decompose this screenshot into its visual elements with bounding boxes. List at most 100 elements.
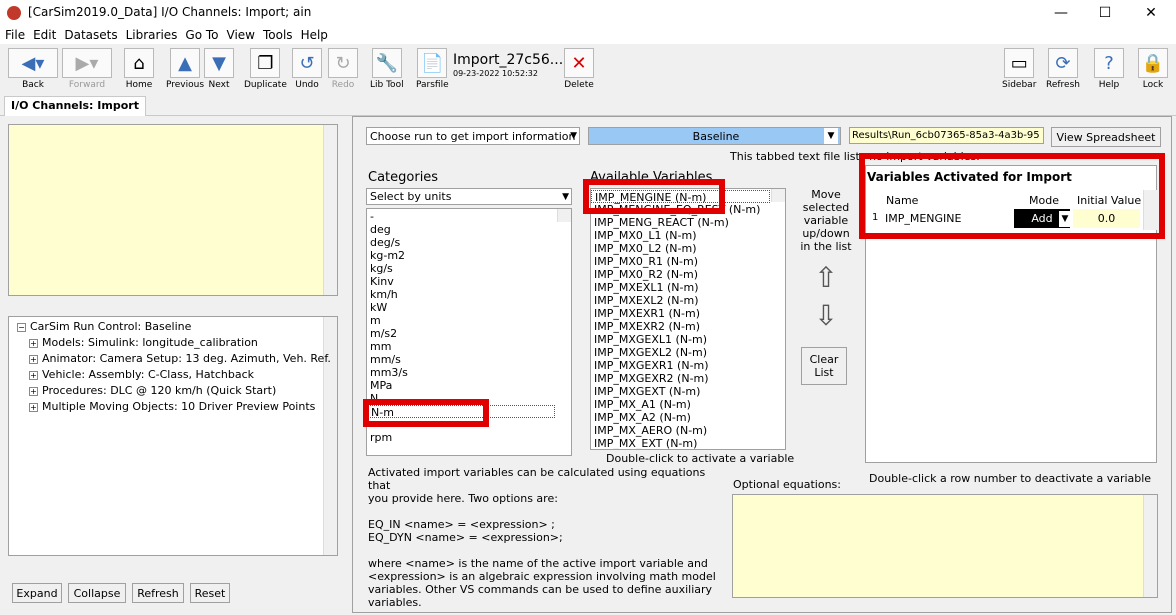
tree-item-procedures[interactable]: + Procedures: DLC @ 120 km/h (Quick Start…: [29, 384, 276, 397]
variable-item[interactable]: IMP_MXEXL1 (N-m): [591, 281, 785, 294]
variable-item[interactable]: IMP_MXGEXT (N-m): [591, 385, 785, 398]
category-item[interactable]: deg/s: [367, 236, 571, 249]
category-item[interactable]: kg/s: [367, 262, 571, 275]
categories-scrollbar[interactable]: [557, 209, 571, 222]
variable-item[interactable]: IMP_MXGEXR1 (N-m): [591, 359, 785, 372]
collapse-button[interactable]: Collapse: [68, 583, 126, 603]
category-item[interactable]: -: [367, 210, 571, 223]
category-item[interactable]: km/h: [367, 288, 571, 301]
choose-run-dropdown[interactable]: Choose run to get import information ▼: [366, 127, 580, 145]
variable-item[interactable]: IMP_MX_AERO (N-m): [591, 424, 785, 437]
category-item[interactable]: Kinv: [367, 275, 571, 288]
select-by-units-dropdown[interactable]: Select by units ▼: [366, 188, 572, 205]
category-item[interactable]: kg-m2: [367, 249, 571, 262]
close-button[interactable]: ✕: [1128, 0, 1174, 26]
refresh-toolbar-button[interactable]: ⟳ Refresh: [1046, 48, 1080, 92]
undo-button[interactable]: ↺ Undo: [292, 48, 322, 92]
arrow-down-icon: ▼: [204, 48, 234, 78]
minimize-button[interactable]: —: [1038, 0, 1084, 26]
file-icon: 📄: [417, 48, 448, 78]
equations-scrollbar[interactable]: [1143, 495, 1157, 597]
category-item[interactable]: kW: [367, 301, 571, 314]
tree-root[interactable]: − CarSim Run Control: Baseline: [17, 320, 191, 333]
variable-item[interactable]: IMP_MXGEXR2 (N-m): [591, 372, 785, 385]
expand-icon[interactable]: +: [29, 386, 38, 396]
variable-item[interactable]: IMP_MENG_REACT (N-m): [591, 216, 785, 229]
clear-list-button[interactable]: Clear List: [801, 347, 847, 385]
equations-input[interactable]: [732, 494, 1158, 598]
expand-icon[interactable]: +: [29, 402, 38, 412]
category-item[interactable]: mm/s: [367, 353, 571, 366]
refresh-button[interactable]: Refresh: [132, 583, 184, 603]
variable-item[interactable]: IMP_MXEXR2 (N-m): [591, 320, 785, 333]
category-item[interactable]: m/s2: [367, 327, 571, 340]
duplicate-button[interactable]: ❐ Duplicate: [244, 48, 287, 92]
baseline-dropdown[interactable]: Baseline ▼: [588, 127, 841, 145]
move-down-button[interactable]: ⇩: [810, 300, 842, 332]
arrow-left-icon: ◀▾: [8, 48, 58, 78]
menu-file[interactable]: File: [5, 28, 25, 42]
variable-item[interactable]: IMP_MXGEXL1 (N-m): [591, 333, 785, 346]
libtool-button[interactable]: 🔧 Lib Tool: [370, 48, 404, 92]
maximize-button[interactable]: ☐: [1082, 0, 1128, 26]
category-item[interactable]: deg: [367, 223, 571, 236]
reset-button[interactable]: Reset: [190, 583, 230, 603]
tab-io-import[interactable]: I/O Channels: Import: [4, 96, 146, 116]
next-button[interactable]: ▼ Next: [204, 48, 234, 92]
delete-button[interactable]: ✕ Delete: [564, 48, 594, 92]
wrench-icon: 🔧: [371, 48, 402, 78]
tree-item-animator[interactable]: + Animator: Camera Setup: 13 deg. Azimuth…: [29, 352, 331, 365]
parsfile-button[interactable]: 📄 Parsfile: [416, 48, 449, 92]
menu-tools[interactable]: Tools: [263, 28, 293, 42]
expand-icon[interactable]: +: [29, 370, 38, 380]
sidebar-button[interactable]: ▭ Sidebar: [1002, 48, 1036, 92]
tree-item-moving-objects[interactable]: + Multiple Moving Objects: 10 Driver Prev…: [29, 400, 315, 413]
expand-button[interactable]: Expand: [12, 583, 62, 603]
variable-item[interactable]: IMP_MXEXL2 (N-m): [591, 294, 785, 307]
menu-goto[interactable]: Go To: [185, 28, 218, 42]
expand-icon[interactable]: +: [29, 354, 38, 364]
equations-help: Activated import variables can be calcul…: [368, 466, 716, 609]
help-button[interactable]: ? Help: [1094, 48, 1124, 92]
variable-item[interactable]: IMP_MX0_R1 (N-m): [591, 255, 785, 268]
tree-item-models[interactable]: + Models: Simulink: longitude_calibration: [29, 336, 258, 349]
variable-item[interactable]: IMP_MX0_L2 (N-m): [591, 242, 785, 255]
category-item[interactable]: mm3/s: [367, 366, 571, 379]
category-item[interactable]: rpm: [367, 431, 571, 444]
forward-button[interactable]: ▶▾ Forward: [62, 48, 112, 92]
variable-item[interactable]: IMP_MX0_R2 (N-m): [591, 268, 785, 281]
lock-icon: 🔒: [1138, 48, 1168, 78]
menu-view[interactable]: View: [227, 28, 255, 42]
variable-item[interactable]: IMP_MX_A2 (N-m): [591, 411, 785, 424]
notes-area[interactable]: [8, 124, 338, 296]
run-tree: − CarSim Run Control: Baseline + Models: S…: [8, 316, 338, 556]
variable-item[interactable]: IMP_MXGEXL2 (N-m): [591, 346, 785, 359]
collapse-icon[interactable]: −: [17, 322, 26, 332]
menu-libraries[interactable]: Libraries: [126, 28, 178, 42]
lock-button[interactable]: 🔒 Lock: [1138, 48, 1168, 92]
menu-datasets[interactable]: Datasets: [64, 28, 117, 42]
category-item[interactable]: MPa: [367, 379, 571, 392]
menu-edit[interactable]: Edit: [33, 28, 56, 42]
previous-button[interactable]: ▲ Previous: [166, 48, 204, 92]
variable-item[interactable]: IMP_MX_EXT (N-m): [591, 437, 785, 449]
variable-item[interactable]: IMP_MX_A1 (N-m): [591, 398, 785, 411]
menu-bar: File Edit Datasets Libraries Go To View …: [0, 26, 1176, 44]
undo-icon: ↺: [292, 48, 322, 78]
category-item[interactable]: m: [367, 314, 571, 327]
category-item[interactable]: mm: [367, 340, 571, 353]
variable-item[interactable]: IMP_MXEXR1 (N-m): [591, 307, 785, 320]
variable-item[interactable]: IMP_MX0_L1 (N-m): [591, 229, 785, 242]
redo-button[interactable]: ↻ Redo: [328, 48, 358, 92]
menu-help[interactable]: Help: [301, 28, 328, 42]
move-up-button[interactable]: ⇧: [810, 262, 842, 294]
notes-scrollbar[interactable]: [323, 125, 337, 295]
available-scrollbar[interactable]: [771, 189, 785, 202]
home-button[interactable]: ⌂ Home: [124, 48, 154, 92]
view-spreadsheet-button[interactable]: View Spreadsheet: [1051, 127, 1161, 147]
tree-item-vehicle[interactable]: + Vehicle: Assembly: C-Class, Hatchback: [29, 368, 254, 381]
back-button[interactable]: ◀▾ Back: [8, 48, 58, 92]
available-list[interactable]: IMP_MENGINE (N-m) IMP_MENGINE_EQ_REST (N…: [590, 188, 786, 450]
expand-icon[interactable]: +: [29, 338, 38, 348]
arrow-up-icon: ▲: [170, 48, 201, 78]
